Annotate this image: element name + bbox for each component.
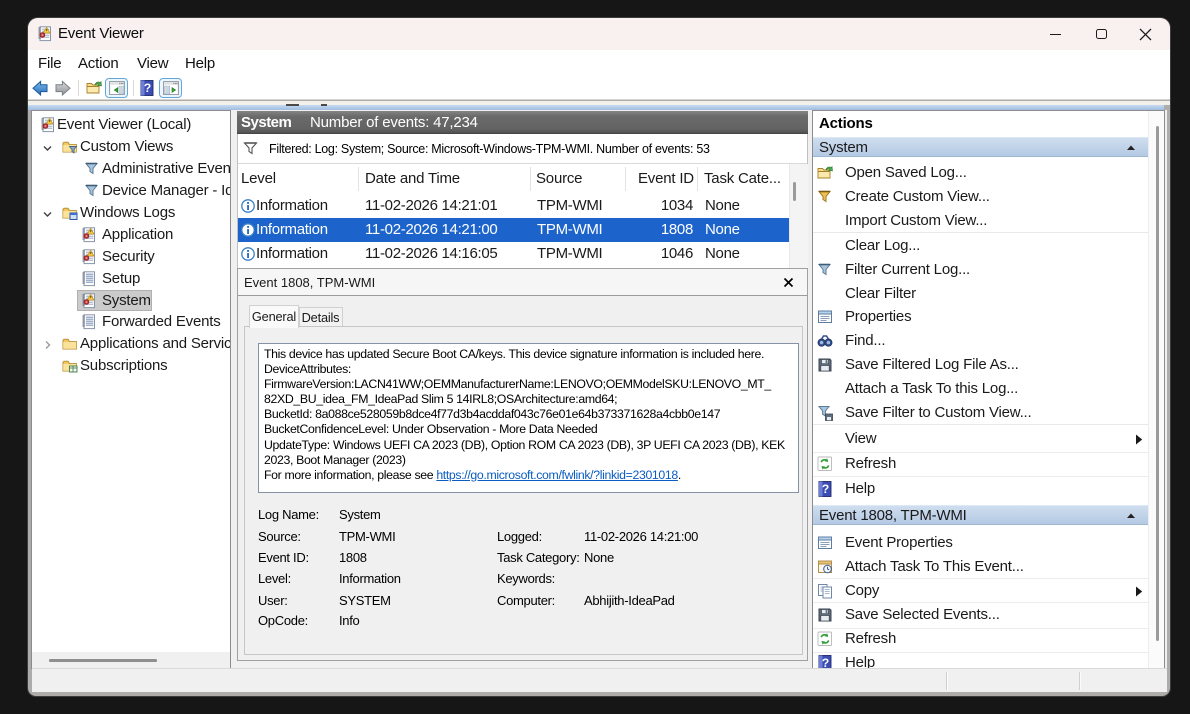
svg-text:?: ?	[822, 482, 829, 496]
svg-text:?: ?	[144, 81, 151, 95]
